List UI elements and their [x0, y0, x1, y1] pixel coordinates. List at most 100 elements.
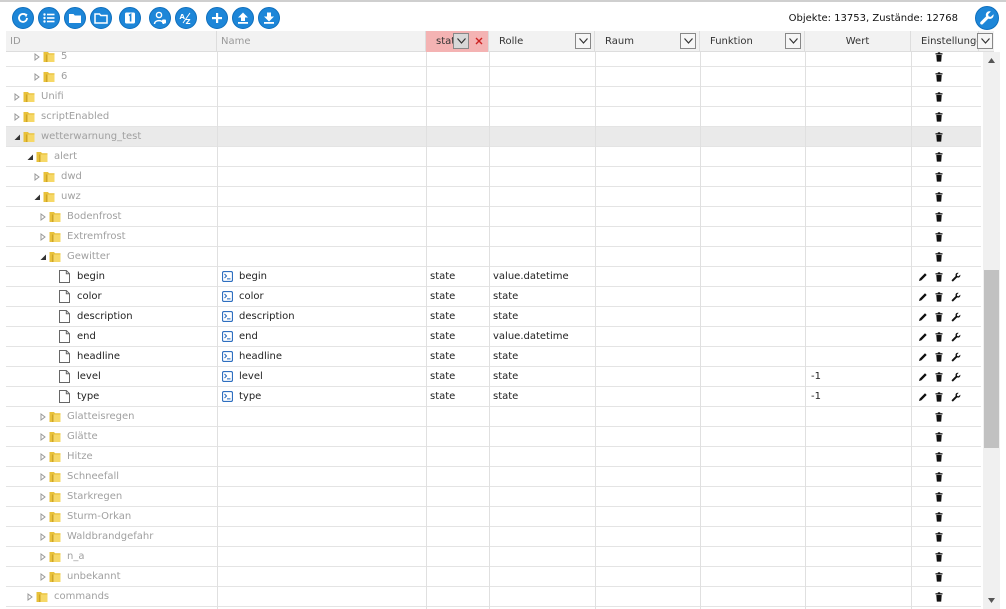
edit-pencil-icon[interactable]	[918, 332, 928, 342]
delete-trash-icon[interactable]	[934, 52, 944, 62]
configure-wrench-icon[interactable]	[951, 372, 961, 382]
delete-trash-icon[interactable]	[934, 272, 944, 282]
expand-arrow-icon[interactable]	[39, 493, 47, 501]
delete-trash-icon[interactable]	[934, 372, 944, 382]
delete-trash-icon[interactable]	[934, 292, 944, 302]
state-row[interactable]: headline headline state state	[6, 347, 981, 367]
delete-trash-icon[interactable]	[934, 192, 944, 202]
add-button[interactable]	[206, 7, 228, 29]
state-row[interactable]: type type state state -1	[6, 387, 981, 407]
delete-trash-icon[interactable]	[934, 132, 944, 142]
folder-row[interactable]: Starkregen	[6, 487, 981, 507]
expand-arrow-icon[interactable]	[39, 473, 47, 481]
expand-arrow-icon[interactable]	[33, 173, 41, 181]
scrollbar-thumb[interactable]	[984, 270, 999, 448]
delete-trash-icon[interactable]	[934, 252, 944, 262]
edit-pencil-icon[interactable]	[918, 352, 928, 362]
expand-arrow-icon[interactable]	[39, 513, 47, 521]
edit-pencil-icon[interactable]	[918, 272, 928, 282]
folder-row[interactable]: unbekannt	[6, 567, 981, 587]
expand-arrow-icon[interactable]	[39, 233, 47, 241]
folder-row[interactable]: Gewitter	[6, 247, 981, 267]
folder-row[interactable]: 5	[6, 52, 981, 67]
scroll-down-arrow-icon[interactable]	[983, 592, 1000, 609]
folder-row[interactable]: 6	[6, 67, 981, 87]
clear-filter-icon[interactable]	[473, 34, 485, 48]
state-row[interactable]: description description state state	[6, 307, 981, 327]
delete-trash-icon[interactable]	[934, 592, 944, 602]
delete-trash-icon[interactable]	[934, 92, 944, 102]
state-row[interactable]: end end state value.datetime	[6, 327, 981, 347]
delete-trash-icon[interactable]	[934, 232, 944, 242]
configure-wrench-icon[interactable]	[951, 272, 961, 282]
expand-arrow-icon[interactable]	[39, 453, 47, 461]
type-filter-dropdown[interactable]	[453, 33, 469, 49]
configure-wrench-icon[interactable]	[951, 392, 961, 402]
folder-row[interactable]: commands	[6, 587, 981, 607]
delete-trash-icon[interactable]	[934, 512, 944, 522]
scroll-up-arrow-icon[interactable]	[983, 52, 1000, 69]
delete-trash-icon[interactable]	[934, 432, 944, 442]
delete-trash-icon[interactable]	[934, 112, 944, 122]
delete-trash-icon[interactable]	[934, 492, 944, 502]
folder-row[interactable]: Glatteisregen	[6, 407, 981, 427]
state-row[interactable]: level level state state -1	[6, 367, 981, 387]
expand-arrow-icon[interactable]	[39, 533, 47, 541]
configure-wrench-icon[interactable]	[951, 352, 961, 362]
expand-arrow-icon[interactable]	[26, 593, 34, 601]
folder-row[interactable]: alert	[6, 147, 981, 167]
settings-filter-dropdown[interactable]	[977, 33, 993, 49]
column-header-name[interactable]: Name	[217, 31, 426, 52]
configure-wrench-icon[interactable]	[951, 312, 961, 322]
delete-trash-icon[interactable]	[934, 352, 944, 362]
expand-arrow-icon[interactable]	[33, 53, 41, 61]
expand-arrow-icon[interactable]	[33, 73, 41, 81]
folder-row[interactable]: Schneefall	[6, 467, 981, 487]
room-filter-dropdown[interactable]	[680, 33, 696, 49]
expand-arrow-icon[interactable]	[39, 413, 47, 421]
edit-pencil-icon[interactable]	[918, 392, 928, 402]
folder-row[interactable]: wetterwarnung_test	[6, 127, 981, 147]
expand-arrow-icon[interactable]	[39, 553, 47, 561]
configure-wrench-icon[interactable]	[951, 292, 961, 302]
function-filter-dropdown[interactable]	[785, 33, 801, 49]
delete-trash-icon[interactable]	[934, 152, 944, 162]
column-header-id[interactable]: ID	[6, 31, 217, 52]
users-button[interactable]	[149, 7, 171, 29]
edit-pencil-icon[interactable]	[918, 292, 928, 302]
folder-row[interactable]: scriptEnabled	[6, 107, 981, 127]
edit-pencil-icon[interactable]	[918, 312, 928, 322]
folder-row[interactable]: uwz	[6, 187, 981, 207]
expand-arrow-icon[interactable]	[39, 573, 47, 581]
state-row[interactable]: begin begin state value.datetime	[6, 267, 981, 287]
delete-trash-icon[interactable]	[934, 472, 944, 482]
column-header-settings[interactable]: Einstellungen	[911, 31, 979, 52]
delete-trash-icon[interactable]	[934, 572, 944, 582]
role-filter-dropdown[interactable]	[575, 33, 591, 49]
delete-trash-icon[interactable]	[934, 412, 944, 422]
folder-row[interactable]: Unifi	[6, 87, 981, 107]
folder-row[interactable]: Waldbrandgefahr	[6, 527, 981, 547]
folder-button[interactable]	[64, 7, 86, 29]
delete-trash-icon[interactable]	[934, 312, 944, 322]
expand-arrow-icon[interactable]	[39, 433, 47, 441]
refresh-button[interactable]	[12, 7, 34, 29]
delete-trash-icon[interactable]	[934, 552, 944, 562]
upload-button[interactable]	[232, 7, 254, 29]
column-header-value[interactable]: Wert	[805, 31, 911, 52]
expand-arrow-icon[interactable]	[39, 213, 47, 221]
delete-trash-icon[interactable]	[934, 72, 944, 82]
collapse-arrow-icon[interactable]	[13, 133, 21, 141]
edit-pencil-icon[interactable]	[918, 372, 928, 382]
sort-button[interactable]: AZ	[175, 7, 197, 29]
delete-trash-icon[interactable]	[934, 452, 944, 462]
page-one-button[interactable]	[119, 7, 141, 29]
vertical-scrollbar[interactable]	[983, 52, 1000, 609]
state-row[interactable]: color color state state	[6, 287, 981, 307]
delete-trash-icon[interactable]	[934, 532, 944, 542]
settings-button[interactable]	[975, 6, 999, 30]
list-view-button[interactable]	[38, 7, 60, 29]
collapse-arrow-icon[interactable]	[33, 193, 41, 201]
folder-row[interactable]: n_a	[6, 547, 981, 567]
delete-trash-icon[interactable]	[934, 212, 944, 222]
